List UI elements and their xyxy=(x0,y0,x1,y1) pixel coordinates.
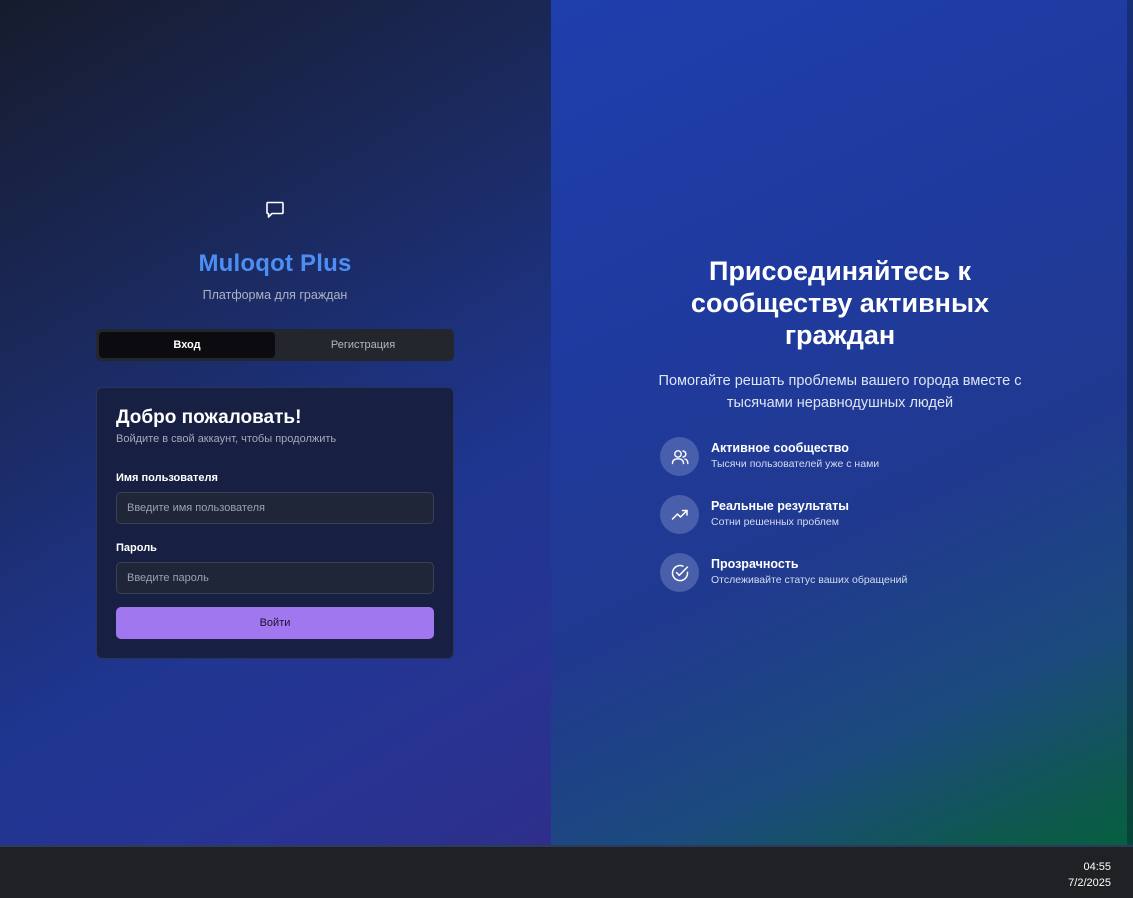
username-label: Имя пользователя xyxy=(116,472,218,484)
card-subtitle: Войдите в свой аккаунт, чтобы продолжить xyxy=(116,433,337,445)
message-square-icon xyxy=(266,201,284,218)
login-card: Добро пожаловать! Войдите в свой аккаунт… xyxy=(96,387,454,659)
check-circle-icon xyxy=(660,553,699,592)
trending-up-icon xyxy=(660,495,699,534)
brand-subtitle: Платформа для граждан xyxy=(202,288,348,302)
auth-tabs: Вход Регистрация xyxy=(96,329,454,361)
clock-time[interactable]: 04:55 xyxy=(1083,861,1111,873)
app-window: Muloqot Plus Платформа для граждан Вход … xyxy=(0,0,1133,845)
feature-community: Активное сообщество Тысячи пользователей… xyxy=(660,437,1020,477)
tab-register[interactable]: Регистрация xyxy=(275,332,451,358)
users-icon xyxy=(660,437,699,476)
promo-panel xyxy=(551,0,1133,845)
feature-description: Тысячи пользователей уже с нами xyxy=(711,458,880,470)
feature-title: Прозрачность xyxy=(711,557,799,571)
password-label: Пароль xyxy=(116,542,157,554)
feature-title: Активное сообщество xyxy=(711,441,849,455)
feature-description: Сотни решенных проблем xyxy=(711,516,839,528)
feature-results: Реальные результаты Сотни решенных пробл… xyxy=(660,495,1020,535)
card-title: Добро пожаловать! xyxy=(116,407,302,428)
clock-date[interactable]: 7/2/2025 xyxy=(1068,877,1111,889)
window-edge xyxy=(1127,0,1133,845)
tab-login[interactable]: Вход xyxy=(99,332,275,358)
hero-title: Присоединяйтесь к сообществу активных гр… xyxy=(690,256,990,350)
feature-title: Реальные результаты xyxy=(711,499,849,513)
password-input[interactable] xyxy=(116,562,434,594)
brand-title: Muloqot Plus xyxy=(198,250,352,277)
taskbar: 04:55 7/2/2025 xyxy=(0,845,1133,898)
feature-transparency: Прозрачность Отслеживайте статус ваших о… xyxy=(660,553,1020,593)
username-input[interactable] xyxy=(116,492,434,524)
feature-description: Отслеживайте статус ваших обращений xyxy=(711,574,908,586)
hero-subtitle: Помогайте решать проблемы вашего города … xyxy=(658,373,1022,411)
login-button[interactable]: Войти xyxy=(116,607,434,639)
